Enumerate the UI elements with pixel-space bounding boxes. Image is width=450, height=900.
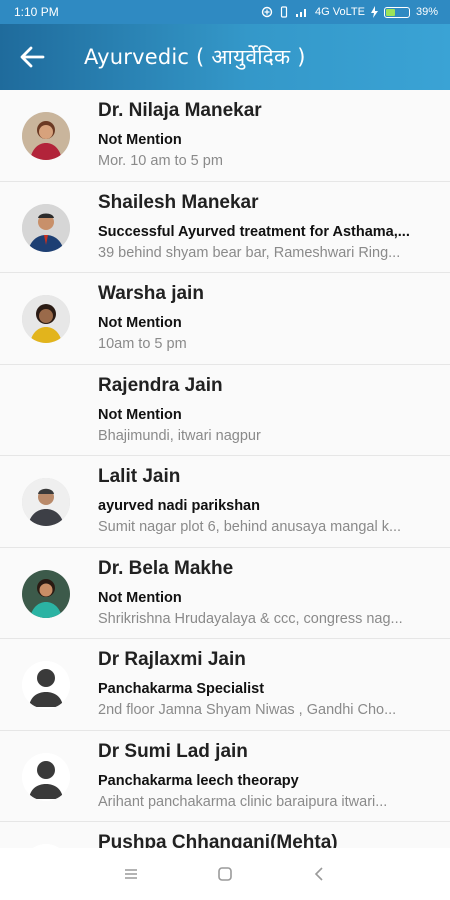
nav-back-button[interactable] xyxy=(307,862,331,886)
nav-menu-button[interactable] xyxy=(119,862,143,886)
battery-icon xyxy=(383,6,410,18)
doctor-name: Shailesh Manekar xyxy=(98,191,259,213)
back-chevron-icon xyxy=(314,867,323,881)
doctor-info: Warsha jain Not Mention 10am to 5 pm xyxy=(98,283,434,352)
avatar xyxy=(22,569,70,618)
battery-level xyxy=(385,8,395,16)
doctor-name: Dr. Nilaja Manekar xyxy=(98,100,262,121)
avatar xyxy=(22,387,70,435)
doctor-detail: 10am to 5 pm xyxy=(98,336,187,352)
avatar xyxy=(22,203,70,252)
data-saver-icon xyxy=(261,6,273,18)
avatar xyxy=(22,112,70,160)
doctor-speciality: Not Mention xyxy=(98,589,182,606)
page-title: Ayurvedic ( आयुर्वेदिक ) xyxy=(84,45,306,69)
doctor-info: Lalit Jain ayurved nadi parikshan Sumit na… xyxy=(98,466,434,535)
doctor-speciality: Not Mention xyxy=(98,406,182,423)
doctor-list-item[interactable]: Pushpa Chhangani(Mehta) xyxy=(0,822,450,850)
doctor-list-item[interactable]: Dr. Nilaja Manekar Not Mention Mor. 10 am … xyxy=(0,90,450,182)
doctor-list-item[interactable]: Dr Sumi Lad jain Panchakarma leech theora… xyxy=(0,730,450,822)
doctor-detail: 39 behind shyam bear bar, Rameshwari Rin… xyxy=(98,244,401,261)
doctor-name: Dr Sumi Lad jain xyxy=(98,740,248,762)
status-bar: 1:10 PM 4G VoLTE 39% xyxy=(0,0,450,24)
charging-icon xyxy=(370,6,378,18)
menu-icon xyxy=(125,869,137,879)
doctor-detail: Bhajimundi, itwari nagpur xyxy=(98,427,261,444)
doctor-detail: Sumit nagar plot 6, behind anusaya manga… xyxy=(98,519,402,535)
doctor-name: Warsha jain xyxy=(98,283,204,304)
battery-percent: 39% xyxy=(415,6,438,18)
doctor-list-item[interactable]: Dr Rajlaxmi Jain Panchakarma Specialist 2n… xyxy=(0,639,450,731)
person-placeholder-icon xyxy=(22,752,70,801)
doctor-speciality: Panchakarma Specialist xyxy=(98,681,265,697)
doctor-info: Dr. Nilaja Manekar Not Mention Mor. 10 am … xyxy=(98,100,434,169)
nav-home-button[interactable] xyxy=(213,862,237,886)
doctor-speciality: Not Mention xyxy=(98,132,182,148)
doctor-info: Dr. Bela Makhe Not Mention Shrikrishna Hru… xyxy=(98,558,434,627)
doctor-speciality: ayurved nadi parikshan xyxy=(98,498,260,514)
app-bar: Ayurvedic ( आयुर्वेदिक ) xyxy=(0,24,450,90)
arrow-left-icon xyxy=(20,46,45,68)
doctor-list-item[interactable]: Lalit Jain ayurved nadi parikshan Sumit na… xyxy=(0,456,450,548)
doctor-info: Rajendra Jain Not Mention Bhajimundi, itwa… xyxy=(98,375,434,444)
doctor-speciality: Not Mention xyxy=(98,315,182,331)
doctor-speciality: Successful Ayurved treatment for Asthama… xyxy=(98,223,410,240)
network-label: 4G VoLTE xyxy=(315,6,365,18)
person-placeholder-icon xyxy=(22,661,70,709)
doctor-list-item[interactable]: Dr. Bela Makhe Not Mention Shrikrishna Hru… xyxy=(0,547,450,639)
avatar xyxy=(22,295,70,343)
doctor-info: Shailesh Manekar Successful Ayurved treat… xyxy=(98,192,434,261)
doctor-name: Dr Rajlaxmi Jain xyxy=(98,649,246,670)
doctor-name: Lalit Jain xyxy=(98,466,181,487)
home-square-icon xyxy=(218,867,232,881)
doctor-info: Dr Rajlaxmi Jain Panchakarma Specialist 2n… xyxy=(98,649,434,718)
doctor-detail: Arihant panchakarma clinic baraipura itw… xyxy=(98,793,388,810)
signal-icon xyxy=(296,9,307,17)
doctor-list-item[interactable]: Warsha jain Not Mention 10am to 5 pm xyxy=(0,273,450,365)
back-button[interactable] xyxy=(0,24,64,90)
doctor-list-item[interactable]: Shailesh Manekar Successful Ayurved treat… xyxy=(0,181,450,273)
doctor-speciality: Panchakarma leech theorapy xyxy=(98,772,299,789)
doctor-detail: Shrikrishna Hrudayalaya & ccc, congress … xyxy=(98,610,403,627)
doctor-info: Dr Sumi Lad jain Panchakarma leech theora… xyxy=(98,741,434,810)
system-nav-bar xyxy=(0,848,450,900)
doctor-name: Dr. Bela Makhe xyxy=(98,557,234,579)
vibrate-icon xyxy=(280,6,288,18)
doctor-detail: Mor. 10 am to 5 pm xyxy=(98,153,223,169)
avatar xyxy=(22,478,70,526)
doctor-list[interactable]: Dr. Nilaja Manekar Not Mention Mor. 10 am … xyxy=(0,90,450,850)
doctor-detail: 2nd floor Jamna Shyam Niwas , Gandhi Cho… xyxy=(98,702,397,718)
doctor-list-item[interactable]: Rajendra Jain Not Mention Bhajimundi, itwa… xyxy=(0,364,450,456)
status-time: 1:10 PM xyxy=(14,5,59,19)
status-icons: 4G VoLTE 39% xyxy=(261,6,438,18)
doctor-name: Rajendra Jain xyxy=(98,374,223,396)
